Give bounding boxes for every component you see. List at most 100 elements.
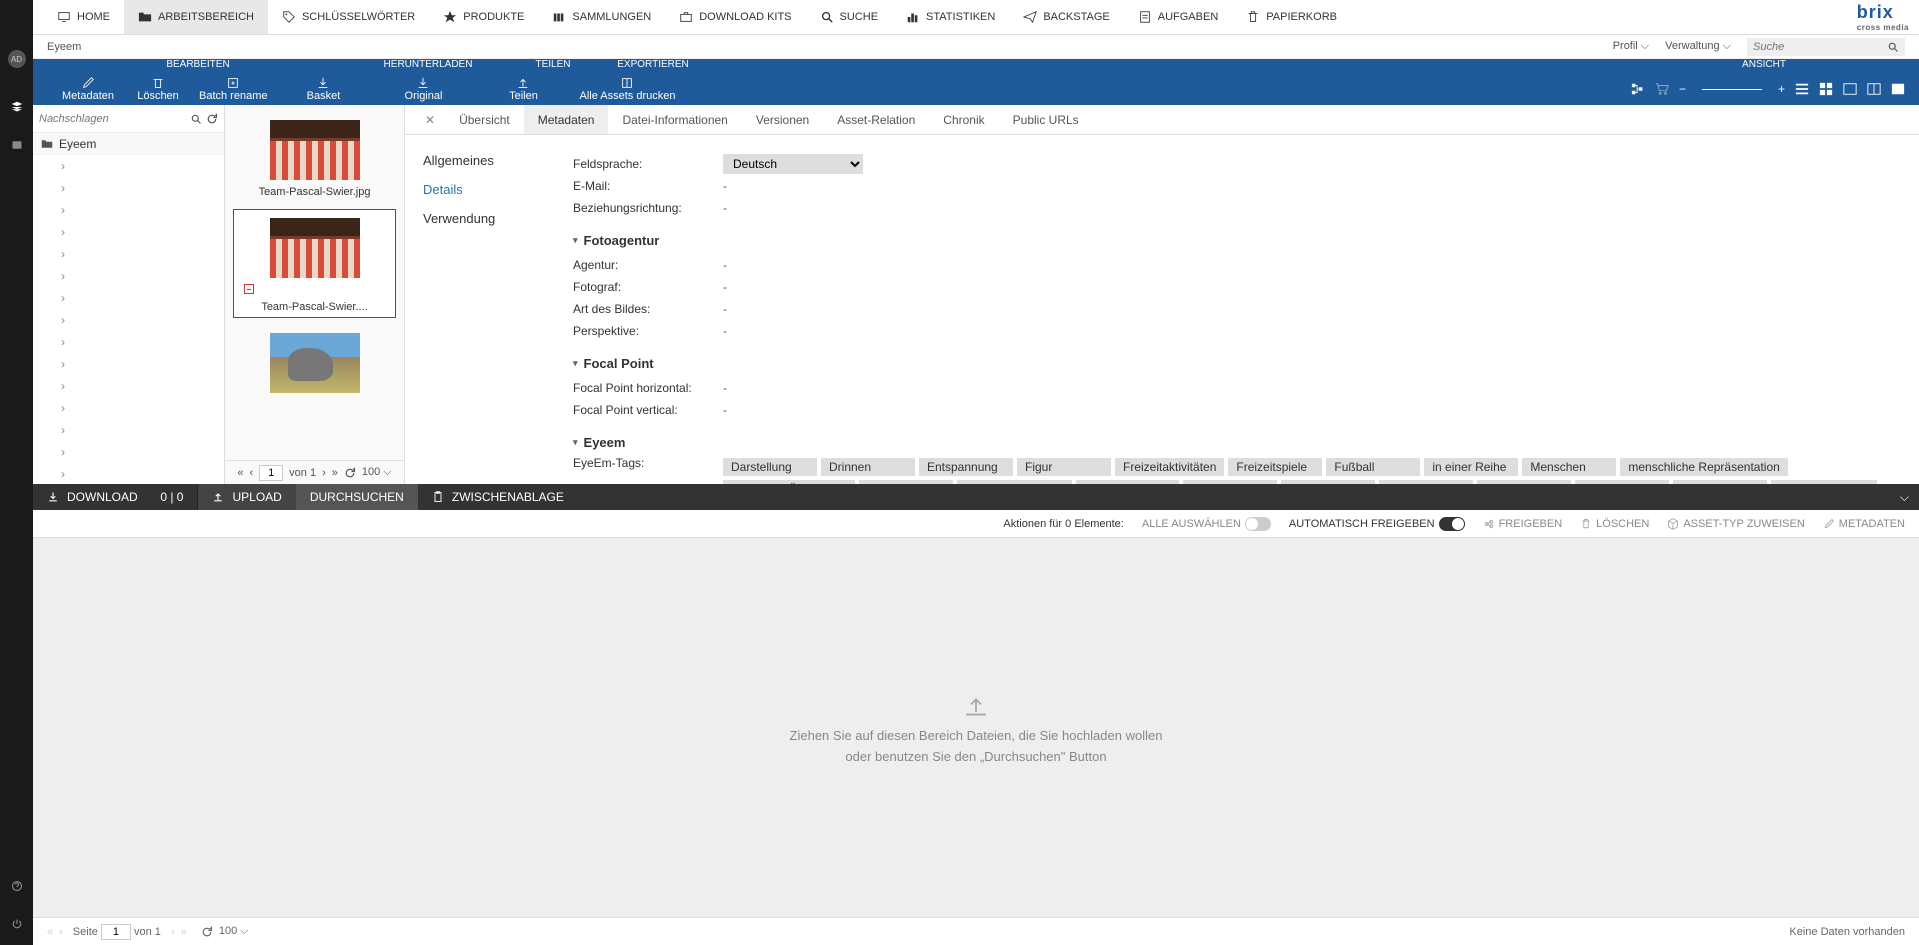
tree-search-input[interactable] (39, 113, 186, 125)
tag[interactable]: Figur (1017, 458, 1111, 476)
browse-button[interactable]: DURCHSUCHEN (296, 484, 418, 510)
tree-search-icon[interactable] (190, 113, 202, 125)
global-search-input[interactable] (1747, 38, 1887, 56)
tab-versionen[interactable]: Versionen (742, 105, 823, 134)
tree-child[interactable] (33, 177, 224, 199)
tree-child[interactable] (33, 287, 224, 309)
tag[interactable]: menschliche Repräsentation (1620, 458, 1787, 476)
select-all-toggle[interactable]: ALLE AUSWÄHLEN (1142, 517, 1271, 531)
thumbnail-item[interactable]: Team-Pascal-Swier.jpg (233, 111, 396, 203)
tree-child[interactable] (33, 265, 224, 287)
nav-backstage[interactable]: BACKSTAGE (1009, 0, 1123, 34)
tag[interactable]: Drinnen (821, 458, 915, 476)
action-metadaten[interactable]: Metadaten (53, 76, 123, 102)
search-icon[interactable] (1887, 41, 1899, 53)
pager-first-icon[interactable]: « (237, 467, 243, 479)
tag[interactable]: Entspannung (919, 458, 1013, 476)
view-list-icon[interactable] (1795, 82, 1809, 96)
view-tree-icon[interactable] (1631, 82, 1645, 96)
tag[interactable]: Fußball (1326, 458, 1420, 476)
tag[interactable]: Freizeitaktivitäten (1115, 458, 1224, 476)
tree-refresh-icon[interactable] (206, 113, 218, 125)
user-avatar[interactable]: AD (8, 50, 26, 68)
nav-aufgaben[interactable]: AUFGABEN (1124, 0, 1233, 34)
pager-refresh-icon[interactable] (344, 467, 356, 479)
rail-help-icon[interactable] (6, 875, 28, 897)
tree-root-node[interactable]: Eyeem (33, 133, 224, 155)
nav-home[interactable]: HOME (43, 0, 124, 34)
auto-release-toggle[interactable]: AUTOMATISCH FREIGEBEN (1289, 517, 1465, 531)
tree-child[interactable] (33, 419, 224, 441)
tab-chronik[interactable]: Chronik (929, 105, 998, 134)
tree-child[interactable] (33, 397, 224, 419)
rail-layers-icon[interactable] (6, 96, 28, 118)
tab-übersicht[interactable]: Übersicht (445, 105, 524, 134)
tree-child[interactable] (33, 353, 224, 375)
nav-produkte[interactable]: PRODUKTE (429, 0, 538, 34)
view-panel2-icon[interactable] (1867, 82, 1881, 96)
section-focalpoint[interactable]: Focal Point (573, 356, 1899, 371)
pager-bot-input[interactable] (101, 924, 131, 940)
pager-bot-refresh-icon[interactable] (201, 926, 213, 938)
tree-child[interactable] (33, 243, 224, 265)
release-button[interactable]: FREIGEBEN (1483, 518, 1563, 530)
tree-child[interactable] (33, 331, 224, 353)
action-löschen[interactable]: Löschen (123, 76, 193, 102)
nav-arbeitsbereich[interactable]: ARBEITSBEREICH (124, 0, 268, 34)
nav-statistiken[interactable]: STATISTIKEN (892, 0, 1009, 34)
tree-child[interactable] (33, 441, 224, 463)
tab-public urls[interactable]: Public URLs (999, 105, 1093, 134)
nav-schlüsselwörter[interactable]: SCHLÜSSELWÖRTER (268, 0, 429, 34)
section-nav-details[interactable]: Details (423, 182, 533, 197)
rail-workspace-icon[interactable] (6, 134, 28, 156)
tree-child[interactable] (33, 221, 224, 243)
pager-bot-next[interactable]: › (171, 926, 175, 938)
pager-last-icon[interactable]: » (332, 467, 338, 479)
section-fotoagentur[interactable]: Fotoagentur (573, 233, 1899, 248)
detail-close-icon[interactable]: ✕ (415, 113, 445, 127)
tag[interactable]: in einer Reihe (1424, 458, 1518, 476)
tree-child[interactable] (33, 155, 224, 177)
assign-type-button[interactable]: ASSET-TYP ZUWEISEN (1667, 518, 1804, 530)
action-batch-rename[interactable]: Batch rename (193, 76, 273, 102)
rail-power-icon[interactable] (6, 913, 28, 935)
delete-button[interactable]: LÖSCHEN (1580, 518, 1649, 530)
thumb-pagesize[interactable]: 100 ⌵ (362, 466, 392, 479)
thumb-page-input[interactable] (259, 465, 283, 481)
upload-segment[interactable]: UPLOAD (198, 484, 295, 510)
tab-datei-informationen[interactable]: Datei-Informationen (608, 105, 741, 134)
tab-asset-relation[interactable]: Asset-Relation (823, 105, 929, 134)
section-eyeem[interactable]: Eyeem (573, 435, 1899, 450)
tree-child[interactable] (33, 375, 224, 397)
view-cart-icon[interactable] (1655, 82, 1669, 96)
zoom-minus[interactable]: − (1679, 82, 1686, 96)
zoom-plus[interactable]: + (1778, 82, 1785, 96)
action-original[interactable]: Original (373, 76, 473, 102)
action-alle-assets-drucken[interactable]: Alle Assets drucken (573, 76, 681, 102)
thumbnail-item[interactable] (233, 324, 396, 404)
tree-child[interactable] (33, 309, 224, 331)
pager-bot-prev[interactable]: ‹ (59, 926, 63, 938)
menu-verwaltung[interactable]: Verwaltung ⌵ (1665, 40, 1731, 53)
metadata-button[interactable]: METADATEN (1823, 518, 1905, 530)
pager-bot-last[interactable]: » (181, 926, 187, 938)
view-panel3-icon[interactable] (1891, 82, 1905, 96)
upload-dropzone[interactable]: Ziehen Sie auf diesen Bereich Dateien, d… (33, 538, 1919, 917)
zoom-slider[interactable] (1702, 89, 1762, 90)
tag[interactable]: Freizeitspiele (1228, 458, 1322, 476)
section-nav-verwendung[interactable]: Verwendung (423, 211, 533, 226)
tree-child[interactable] (33, 199, 224, 221)
tag[interactable]: Darstellung (723, 458, 817, 476)
tree-child[interactable] (33, 463, 224, 484)
clipboard-segment[interactable]: ZWISCHENABLAGE (418, 484, 578, 510)
pager-next-icon[interactable]: › (322, 467, 326, 479)
pager-bot-first[interactable]: « (47, 926, 53, 938)
nav-suche[interactable]: SUCHE (806, 0, 893, 34)
nav-sammlungen[interactable]: SAMMLUNGEN (538, 0, 665, 34)
download-segment[interactable]: DOWNLOAD 0 | 0 (33, 484, 197, 510)
tag[interactable]: Menschen (1522, 458, 1616, 476)
lang-select[interactable]: Deutsch (723, 154, 863, 174)
nav-papierkorb[interactable]: PAPIERKORB (1232, 0, 1351, 34)
view-panel1-icon[interactable] (1843, 82, 1857, 96)
section-nav-allgemeines[interactable]: Allgemeines (423, 153, 533, 168)
